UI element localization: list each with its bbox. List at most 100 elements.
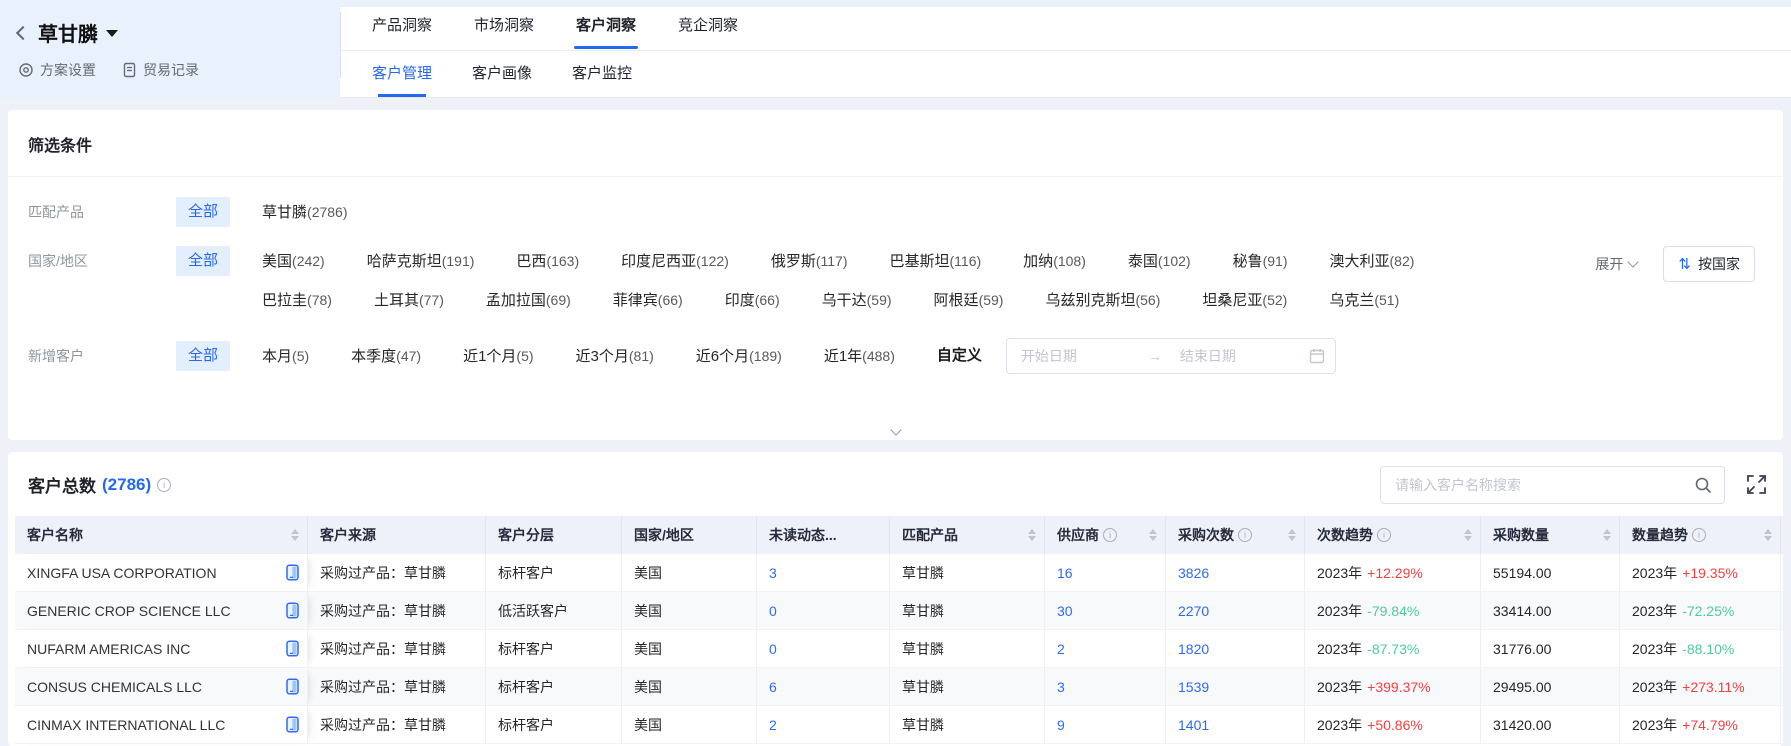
contact-phone-icon[interactable]	[286, 564, 299, 581]
country-filter-item[interactable]: 哈萨克斯坦(191)	[367, 246, 475, 277]
country-filter-item[interactable]: 土耳其(77)	[374, 285, 444, 316]
column-header[interactable]: 次数趋势i	[1305, 516, 1481, 554]
contact-phone-icon[interactable]	[286, 602, 299, 619]
time-filter-item[interactable]: 本月(5)	[262, 341, 309, 372]
unread-count-link[interactable]: 2	[769, 717, 777, 733]
table-row[interactable]: CONSUS CHEMICALS LLC采购过产品：草甘膦标杆客户美国6草甘膦3…	[15, 668, 1776, 706]
column-header[interactable]: 数量趋势i	[1620, 516, 1781, 554]
sort-icon[interactable]	[291, 529, 299, 541]
country-filter-item[interactable]: 乌兹别克斯坦(56)	[1045, 285, 1160, 316]
supplier-count-link[interactable]: 30	[1057, 603, 1073, 619]
column-header[interactable]: 匹配产品	[890, 516, 1045, 554]
country-filter-item[interactable]: 俄罗斯(117)	[771, 246, 848, 277]
tab-product-insight[interactable]: 产品洞察	[372, 14, 432, 49]
column-header[interactable]: 采购次数i	[1166, 516, 1305, 554]
country-filter-item[interactable]: 印度(66)	[725, 285, 780, 316]
supplier-count-link[interactable]: 2	[1057, 641, 1065, 657]
table-header-row: 客户名称客户来源客户分层国家/地区未读动态...匹配产品供应商i采购次数i次数趋…	[15, 516, 1776, 554]
column-header[interactable]: 供应商i	[1045, 516, 1166, 554]
info-icon[interactable]: i	[1238, 528, 1252, 542]
search-icon[interactable]	[1694, 476, 1712, 494]
unread-count-link[interactable]: 6	[769, 679, 777, 695]
info-icon[interactable]: i	[1103, 528, 1117, 542]
table-row[interactable]: NUFARM AMERICAS INC采购过产品：草甘膦标杆客户美国0草甘膦21…	[15, 630, 1776, 668]
column-header[interactable]: 采购数量	[1481, 516, 1620, 554]
country-filter-item[interactable]: 阿根廷(59)	[934, 285, 1004, 316]
table-row[interactable]: XINGFA USA CORPORATION采购过产品：草甘膦标杆客户美国3草甘…	[15, 554, 1776, 592]
info-icon[interactable]: i	[1377, 528, 1391, 542]
contact-phone-icon[interactable]	[286, 678, 299, 695]
time-filter-item[interactable]: 本季度(47)	[351, 341, 421, 372]
end-date-input[interactable]	[1166, 348, 1303, 364]
product-dropdown-icon[interactable]	[106, 30, 118, 37]
contact-phone-icon[interactable]	[286, 640, 299, 657]
country-filter-item[interactable]: 菲律宾(66)	[613, 285, 683, 316]
unread-count-link[interactable]: 3	[769, 565, 777, 581]
collapse-filter-toggle[interactable]	[8, 430, 1783, 434]
time-filter-item[interactable]: 近1年(488)	[824, 341, 895, 372]
supplier-count-link[interactable]: 3	[1057, 679, 1065, 695]
purchase-count-link[interactable]: 1401	[1178, 717, 1209, 733]
tab-customer-insight[interactable]: 客户洞察	[576, 14, 636, 49]
sort-icon[interactable]	[1764, 529, 1772, 541]
sort-icon[interactable]	[1603, 529, 1611, 541]
new-customer-filter-all[interactable]: 全部	[176, 341, 230, 371]
info-icon[interactable]: i	[157, 478, 171, 492]
tab-market-insight[interactable]: 市场洞察	[474, 14, 534, 49]
purchase-count-link[interactable]: 1539	[1178, 679, 1209, 695]
country-filter-item[interactable]: 乌干达(59)	[822, 285, 892, 316]
country-filter-item[interactable]: 乌克兰(51)	[1329, 285, 1399, 316]
unread-count-link[interactable]: 0	[769, 603, 777, 619]
customer-name[interactable]: XINGFA USA CORPORATION	[27, 565, 217, 581]
sort-icon[interactable]	[1288, 529, 1296, 541]
country-filter-all[interactable]: 全部	[176, 246, 230, 276]
subtab-customer-profile[interactable]: 客户画像	[472, 62, 532, 96]
purchase-count-link[interactable]: 2270	[1178, 603, 1209, 619]
table-row[interactable]: CINMAX INTERNATIONAL LLC采购过产品：草甘膦标杆客户美国2…	[15, 706, 1776, 744]
scheme-settings-button[interactable]: 方案设置	[18, 60, 96, 80]
country-filter-item[interactable]: 巴西(163)	[516, 246, 579, 277]
country-filter-item[interactable]: 坦桑尼亚(52)	[1202, 285, 1287, 316]
country-filter-item[interactable]: 澳大利亚(82)	[1330, 246, 1415, 277]
fullscreen-icon[interactable]	[1746, 474, 1767, 495]
tab-competitor-insight[interactable]: 竞企洞察	[678, 14, 738, 49]
country-filter-item[interactable]: 印度尼西亚(122)	[621, 246, 729, 277]
start-date-input[interactable]	[1007, 348, 1144, 364]
product-filter-all[interactable]: 全部	[176, 197, 230, 227]
customer-name[interactable]: CONSUS CHEMICALS LLC	[27, 679, 202, 695]
country-filter-item[interactable]: 巴拉圭(78)	[262, 285, 332, 316]
trade-records-button[interactable]: 贸易记录	[122, 60, 199, 80]
subtab-customer-monitor[interactable]: 客户监控	[572, 62, 632, 96]
time-filter-item[interactable]: 近6个月(189)	[696, 341, 782, 372]
country-filter-item[interactable]: 巴基斯坦(116)	[890, 246, 982, 277]
unread-count-link[interactable]: 0	[769, 641, 777, 657]
sort-icon[interactable]	[1149, 529, 1157, 541]
custom-range-option[interactable]: 自定义	[937, 341, 982, 371]
table-row[interactable]: GENERIC CROP SCIENCE LLC采购过产品：草甘膦低活跃客户美国…	[15, 592, 1776, 630]
column-header[interactable]: 客户名称	[15, 516, 308, 554]
expand-toggle[interactable]: 展开	[1595, 247, 1637, 281]
subtab-customer-management[interactable]: 客户管理	[372, 62, 432, 96]
supplier-count-link[interactable]: 9	[1057, 717, 1065, 733]
by-country-button[interactable]: ⇅ 按国家	[1663, 246, 1755, 282]
supplier-count-link[interactable]: 16	[1057, 565, 1073, 581]
sort-icon[interactable]	[1028, 529, 1036, 541]
search-input[interactable]	[1381, 477, 1694, 493]
time-filter-item[interactable]: 近1个月(5)	[463, 341, 533, 372]
country-filter-item[interactable]: 孟加拉国(69)	[486, 285, 571, 316]
purchase-count-link[interactable]: 3826	[1178, 565, 1209, 581]
country-filter-item[interactable]: 美国(242)	[262, 246, 325, 277]
purchase-count-link[interactable]: 1820	[1178, 641, 1209, 657]
back-icon[interactable]	[16, 25, 30, 39]
customer-name[interactable]: NUFARM AMERICAS INC	[27, 641, 190, 657]
time-filter-item[interactable]: 近3个月(81)	[576, 341, 654, 372]
product-filter-item[interactable]: 草甘膦(2786)	[262, 197, 347, 228]
contact-phone-icon[interactable]	[286, 716, 299, 733]
customer-name[interactable]: CINMAX INTERNATIONAL LLC	[27, 717, 225, 733]
country-filter-item[interactable]: 泰国(102)	[1128, 246, 1191, 277]
sort-icon[interactable]	[1464, 529, 1472, 541]
info-icon[interactable]: i	[1692, 528, 1706, 542]
country-filter-item[interactable]: 秘鲁(91)	[1233, 246, 1288, 277]
country-filter-item[interactable]: 加纳(108)	[1023, 246, 1086, 277]
customer-name[interactable]: GENERIC CROP SCIENCE LLC	[27, 603, 231, 619]
